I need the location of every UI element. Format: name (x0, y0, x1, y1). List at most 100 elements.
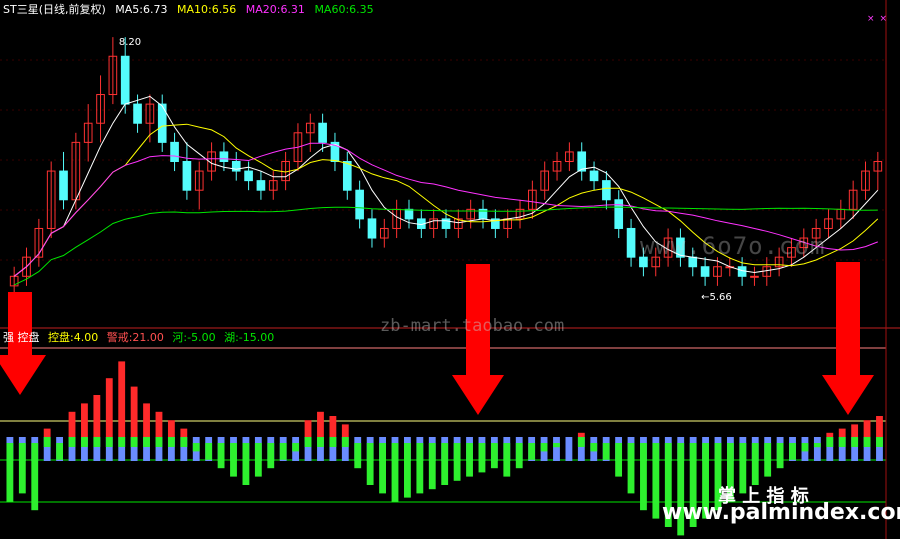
indicator-bar-green (615, 443, 623, 477)
indicator-bar-green (304, 437, 312, 447)
indicator-bar-green (416, 443, 424, 494)
candle-body (577, 151, 587, 172)
ma60-label: MA60:6.35 (314, 3, 374, 16)
kongpan-label: 控盘:4.00 (48, 331, 99, 344)
price-panel-header: ST三星(日线,前复权) MA5:6.73 MA10:6.56 MA20:6.3… (3, 3, 380, 17)
indicator-bar-green (826, 437, 834, 447)
indicator-bar-green (515, 443, 523, 469)
indicator-bar-green (68, 437, 76, 447)
indicator-bar-green (801, 443, 809, 452)
indicator-bar-green (155, 437, 163, 447)
indicator-bar-red (863, 420, 871, 437)
indicator-bar-green (242, 443, 250, 485)
hu-label: 湖:-15.00 (224, 331, 275, 344)
indicator-bar-green (478, 443, 486, 473)
candle-body (626, 227, 636, 258)
watermark-taobao: zb-mart.taobao.com (380, 316, 565, 336)
ma5-label: MA5:6.73 (115, 3, 168, 16)
close-icon[interactable]: × × (867, 14, 888, 24)
indicator-bar-red (68, 411, 76, 437)
candle-body (589, 170, 599, 182)
indicator-bar-green (876, 437, 883, 447)
indicator-bar-green (764, 443, 772, 477)
indicator-bar-green (105, 437, 113, 447)
indicator-bar-green (192, 443, 200, 452)
indicator-bar-red (341, 424, 349, 437)
high-price-label: 8.20 (119, 37, 141, 48)
candle-body (120, 55, 130, 105)
indicator-bar-red (143, 403, 150, 437)
candle-body (404, 208, 414, 220)
indicator-bar-red (180, 428, 188, 437)
indicator-bar-green (640, 443, 647, 511)
indicator-bar-green (93, 437, 101, 447)
indicator-bar-blue (565, 437, 573, 461)
candle-body (59, 170, 68, 201)
red-arrow-icon (822, 262, 874, 415)
indicator-bar-green (428, 443, 436, 490)
indicator-bar-green (652, 443, 660, 519)
indicator-bar-green (776, 443, 784, 469)
indicator-bar-green (317, 437, 324, 447)
kline-chart[interactable]: 8.20 ←5.66 (0, 0, 900, 539)
indicator-bar-green (31, 443, 39, 511)
he-label: 河:-5.00 (172, 331, 216, 344)
candle-body (219, 151, 229, 163)
indicator-bar-green (490, 443, 498, 469)
indicator-bar-blue (553, 437, 560, 461)
indicator-bar-green (540, 443, 548, 452)
indicator-panel-header: 强 控盘 控盘:4.00 警戒:21.00 河:-5.00 湖:-15.00 (3, 331, 279, 345)
indicator-bar-red (826, 432, 834, 437)
indicator-bar-green (354, 443, 362, 469)
red-arrow-icon (452, 264, 504, 415)
indicator-bar-red (81, 403, 88, 437)
indicator-bar-red (155, 411, 163, 437)
indicator-bar-blue (813, 437, 821, 461)
indicator-bar-green (577, 437, 585, 447)
indicator-bar-green (751, 443, 759, 485)
indicator-bar-green (553, 443, 560, 448)
indicator-bar-green (230, 443, 237, 477)
indicator-bar-red (577, 432, 585, 437)
indicator-bar-red (43, 428, 51, 437)
indicator-bar-red (329, 416, 337, 437)
indicator-bar-green (180, 437, 188, 447)
candle-body (602, 180, 611, 201)
indicator-bar-green (267, 443, 275, 469)
indicator-bar-red (93, 395, 101, 437)
candle-body (700, 266, 710, 277)
candle-body (355, 189, 364, 220)
indicator-name: 强 控盘 (3, 331, 40, 344)
indicator-bar-green (43, 437, 51, 447)
candle-body (614, 199, 624, 229)
indicator-bar-green (590, 443, 598, 452)
indicator-bar-red (851, 424, 859, 437)
indicator-bar-green (81, 437, 88, 447)
candle-body (367, 218, 377, 239)
indicator-bar-green (391, 443, 399, 502)
watermark-palmindex: www.palmindex.com (662, 500, 900, 525)
candle-body (342, 161, 352, 191)
indicator-bar-green (254, 443, 262, 477)
indicator-bar-green (441, 443, 449, 485)
candle-body (750, 275, 759, 278)
candle-body (256, 180, 266, 191)
indicator-bar-green (292, 443, 300, 452)
jingjie-label: 警戒:21.00 (106, 331, 164, 344)
indicator-bar-green (130, 437, 138, 447)
indicator-bar-green (404, 443, 411, 498)
candle-body (133, 103, 142, 124)
candle-body (182, 161, 192, 191)
candle-body (318, 122, 327, 143)
indicator-bar-red (838, 428, 846, 437)
indicator-bar-green (167, 437, 175, 447)
indicator-bar-red (105, 378, 113, 437)
indicator-bar-red (304, 420, 312, 437)
indicator-bar-red (167, 420, 175, 437)
indicator-bar-green (56, 443, 64, 460)
indicator-bar-green (503, 443, 511, 477)
indicator-bar-green (6, 443, 14, 502)
indicator-bar-green (143, 437, 150, 447)
indicator-bar-red (130, 386, 138, 437)
ma20-label: MA20:6.31 (245, 3, 305, 16)
